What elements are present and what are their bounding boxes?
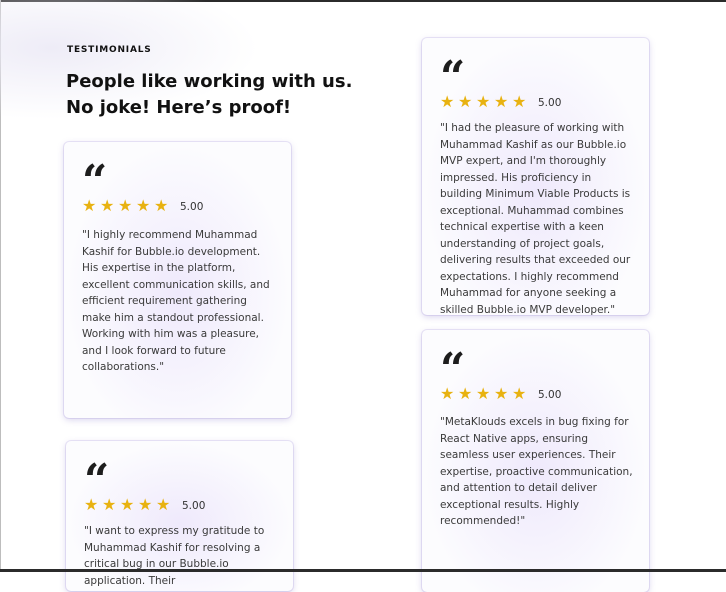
- rating-row: ★ ★ ★ ★ ★ 5.00: [440, 94, 635, 110]
- star-icon: ★: [136, 196, 151, 215]
- star-icon: ★: [84, 495, 99, 514]
- rating-value: 5.00: [180, 201, 204, 213]
- testimonial-text: "I want to express my gratitude to Muham…: [84, 525, 265, 587]
- rating-value: 5.00: [538, 97, 562, 109]
- star-icon: ★: [156, 495, 171, 514]
- heading-line-1: People like working with us.: [66, 71, 353, 92]
- section-heading: People like working with us. No joke! He…: [66, 69, 366, 121]
- star-icon: ★: [440, 92, 455, 111]
- star-icon: ★: [494, 92, 509, 111]
- quote-icon: “: [440, 344, 465, 395]
- rating-row: ★ ★ ★ ★ ★ 5.00: [82, 198, 277, 214]
- testimonial-text: "MetaKlouds excels in bug fixing for Rea…: [440, 416, 633, 527]
- star-icon: ★: [458, 384, 473, 403]
- star-icon: ★: [512, 384, 527, 403]
- star-icon: ★: [494, 384, 509, 403]
- star-icon: ★: [458, 92, 473, 111]
- section-eyebrow: TESTIMONIALS: [67, 45, 152, 55]
- quote-icon: “: [82, 156, 107, 207]
- star-icon: ★: [82, 196, 97, 215]
- star-icon: ★: [440, 384, 455, 403]
- rating-row: ★ ★ ★ ★ ★ 5.00: [84, 497, 279, 513]
- star-icon: ★: [120, 495, 135, 514]
- testimonial-text: "I highly recommend Muhammad Kashif for …: [82, 229, 270, 373]
- star-rating: ★ ★ ★ ★ ★: [84, 497, 174, 513]
- star-icon: ★: [118, 196, 133, 215]
- star-rating: ★ ★ ★ ★ ★: [440, 386, 530, 402]
- testimonial-card: “ ★ ★ ★ ★ ★ 5.00 "I highly recommend Muhamma…: [64, 142, 291, 418]
- quote-icon: “: [440, 52, 465, 103]
- quote-icon: “: [84, 455, 109, 506]
- star-rating: ★ ★ ★ ★ ★: [82, 198, 172, 214]
- rating-row: ★ ★ ★ ★ ★ 5.00: [440, 386, 635, 402]
- rating-value: 5.00: [538, 389, 562, 401]
- star-icon: ★: [100, 196, 115, 215]
- testimonial-card: “ ★ ★ ★ ★ ★ 5.00 "I had the pleasure of work…: [422, 38, 649, 315]
- testimonial-card: “ ★ ★ ★ ★ ★ 5.00 "MetaKlouds excels in bug f…: [422, 330, 649, 592]
- star-icon: ★: [476, 384, 491, 403]
- heading-line-2: No joke! Here’s proof!: [66, 97, 292, 118]
- star-icon: ★: [512, 92, 527, 111]
- star-icon: ★: [102, 495, 117, 514]
- star-icon: ★: [476, 92, 491, 111]
- testimonial-text: "I had the pleasure of working with Muha…: [440, 122, 631, 315]
- star-icon: ★: [154, 196, 169, 215]
- star-rating: ★ ★ ★ ★ ★: [440, 94, 530, 110]
- rating-value: 5.00: [182, 500, 206, 512]
- star-icon: ★: [138, 495, 153, 514]
